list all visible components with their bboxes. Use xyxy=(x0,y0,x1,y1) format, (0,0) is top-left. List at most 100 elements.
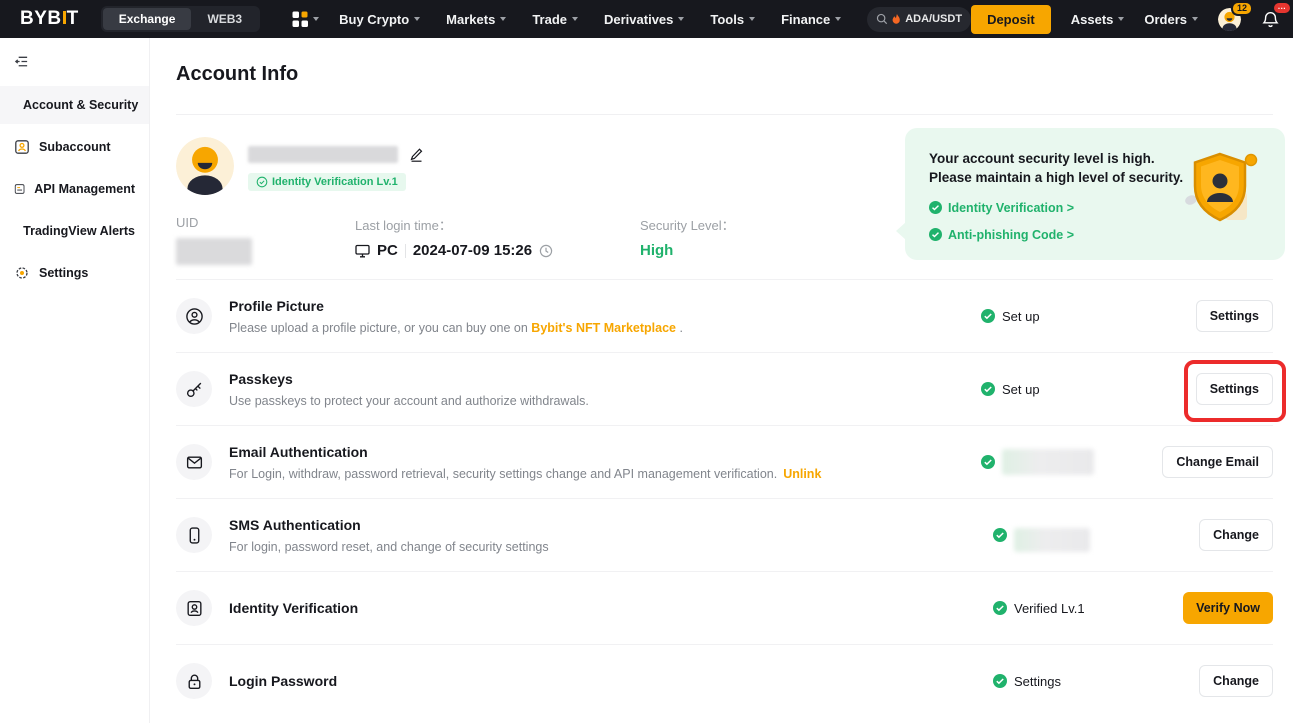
unlink-email-link[interactable]: Unlink xyxy=(783,467,821,481)
security-settings-list: Profile Picture Please upload a profile … xyxy=(176,279,1273,717)
flame-icon xyxy=(892,14,901,25)
row-login-password: Login Password Settings Change xyxy=(176,644,1273,717)
top-navbar: BYBT Exchange WEB3 Buy Crypto Markets Tr… xyxy=(0,0,1293,38)
sidebar-item-subaccount[interactable]: Subaccount xyxy=(0,128,149,166)
profile-count-badge: 12 xyxy=(1231,1,1253,17)
menu-orders[interactable]: Orders xyxy=(1144,12,1198,27)
sidebar-item-tradingview-alerts[interactable]: TradingView Alerts xyxy=(0,212,149,250)
passkeys-settings-button[interactable]: Settings xyxy=(1196,373,1273,405)
verify-now-button[interactable]: Verify Now xyxy=(1183,592,1273,624)
profile-picture-icon xyxy=(176,298,212,334)
security-level-label: Security Level： xyxy=(640,215,735,234)
gear-icon xyxy=(14,265,30,281)
security-level-value: High xyxy=(640,242,735,259)
menu-finance[interactable]: Finance xyxy=(781,12,841,27)
passkeys-status: Set up xyxy=(981,382,1153,397)
sidebar: Account & Security Subaccount API Manage… xyxy=(0,38,150,723)
avatar[interactable] xyxy=(176,137,234,195)
grid-icon xyxy=(292,11,308,27)
last-login-label: Last login time： xyxy=(355,215,640,234)
uid-redacted xyxy=(176,238,252,265)
sidebar-item-settings[interactable]: Settings xyxy=(0,254,149,292)
subaccount-icon xyxy=(14,139,30,155)
notification-count-badge: ... xyxy=(1274,3,1290,13)
check-outline-icon xyxy=(256,176,268,188)
email-icon xyxy=(176,444,212,480)
check-filled-icon xyxy=(981,455,995,469)
last-login-time: 2024-07-09 15:26 xyxy=(413,242,532,259)
platform-switcher: Exchange WEB3 xyxy=(101,6,260,32)
check-filled-icon xyxy=(981,382,995,396)
profile-name-column: Identity Verification Lv.1 xyxy=(248,137,425,195)
identity-verification-status: Verified Lv.1 xyxy=(981,601,1153,616)
menu-assets[interactable]: Assets xyxy=(1071,12,1125,27)
lock-icon xyxy=(176,663,212,699)
chevron-down-icon xyxy=(749,17,755,21)
change-password-button[interactable]: Change xyxy=(1199,665,1273,697)
login-password-status: Settings xyxy=(981,674,1153,689)
row-email-authentication: Email Authentication For Login, withdraw… xyxy=(176,425,1273,498)
chevron-down-icon xyxy=(1192,17,1198,21)
menu-buy-crypto[interactable]: Buy Crypto xyxy=(339,12,420,27)
deposit-button[interactable]: Deposit xyxy=(971,5,1051,34)
divider xyxy=(405,244,406,258)
username-redacted xyxy=(248,146,398,163)
last-login-column: Last login time： PC 2024-07-09 15:26 xyxy=(355,215,640,265)
profile-picture-settings-button[interactable]: Settings xyxy=(1196,300,1273,332)
notifications-button[interactable]: ... xyxy=(1262,11,1279,28)
phone-icon xyxy=(176,517,212,553)
logo-text-1: BYB xyxy=(20,8,62,30)
chevron-down-icon xyxy=(1118,17,1124,21)
security-level-panel: Your account security level is high. Ple… xyxy=(905,128,1285,260)
change-sms-button[interactable]: Change xyxy=(1199,519,1273,551)
collapse-sidebar-icon xyxy=(14,54,29,69)
passkeys-key-icon xyxy=(176,371,212,407)
menu-markets[interactable]: Markets xyxy=(446,12,506,27)
logo-text-2: T xyxy=(67,8,79,30)
menu-derivatives[interactable]: Derivatives xyxy=(604,12,684,27)
identity-verification-badge: Identity Verification Lv.1 xyxy=(248,173,406,191)
main-menu: Buy Crypto Markets Trade Derivatives Too… xyxy=(339,12,867,27)
tab-exchange[interactable]: Exchange xyxy=(103,8,192,30)
check-filled-icon xyxy=(993,674,1007,688)
chevron-down-icon xyxy=(572,17,578,21)
chevron-down-icon xyxy=(835,17,841,21)
clock-history-icon[interactable] xyxy=(539,244,553,258)
menu-tools[interactable]: Tools xyxy=(710,12,755,27)
menu-trade[interactable]: Trade xyxy=(532,12,578,27)
security-shield-illustration xyxy=(1179,150,1261,236)
api-management-icon xyxy=(14,181,25,197)
chevron-down-icon xyxy=(500,17,506,21)
row-identity-verification: Identity Verification Verified Lv.1 Veri… xyxy=(176,571,1273,644)
bell-icon xyxy=(1262,11,1279,28)
page-title: Account Info xyxy=(176,63,1273,86)
security-level-column: Security Level： High xyxy=(640,215,735,265)
id-card-icon xyxy=(176,590,212,626)
email-redacted xyxy=(1002,449,1094,475)
search-icon xyxy=(876,13,888,25)
profile-picture-status: Set up xyxy=(981,309,1153,324)
change-email-button[interactable]: Change Email xyxy=(1162,446,1273,478)
check-filled-icon xyxy=(929,201,942,214)
check-filled-icon xyxy=(929,228,942,241)
edit-nickname-icon[interactable] xyxy=(408,146,425,163)
sidebar-item-account-security[interactable]: Account & Security xyxy=(0,86,149,124)
sidebar-collapse-button[interactable] xyxy=(0,38,149,86)
logo-orange-bar xyxy=(63,11,66,24)
bybit-logo[interactable]: BYBT xyxy=(20,8,79,30)
main-content: Account Info Identity Verification Lv.1 xyxy=(150,38,1293,723)
nft-marketplace-link[interactable]: Bybit's NFT Marketplace xyxy=(531,321,676,335)
pc-monitor-icon xyxy=(355,244,370,258)
check-filled-icon xyxy=(993,528,1007,542)
search-value: ADA/USDT xyxy=(905,13,962,25)
search-input[interactable]: ADA/USDT xyxy=(867,7,971,32)
row-profile-picture: Profile Picture Please upload a profile … xyxy=(176,279,1273,352)
tab-web3[interactable]: WEB3 xyxy=(191,8,258,30)
uid-column: UID xyxy=(176,215,355,265)
phone-number-redacted xyxy=(1014,528,1090,552)
apps-grid-menu[interactable] xyxy=(292,11,319,27)
sidebar-item-api-management[interactable]: API Management xyxy=(0,170,149,208)
profile-avatar-button[interactable]: 12 xyxy=(1218,8,1241,31)
login-device: PC xyxy=(377,242,398,259)
chevron-down-icon xyxy=(313,17,319,21)
